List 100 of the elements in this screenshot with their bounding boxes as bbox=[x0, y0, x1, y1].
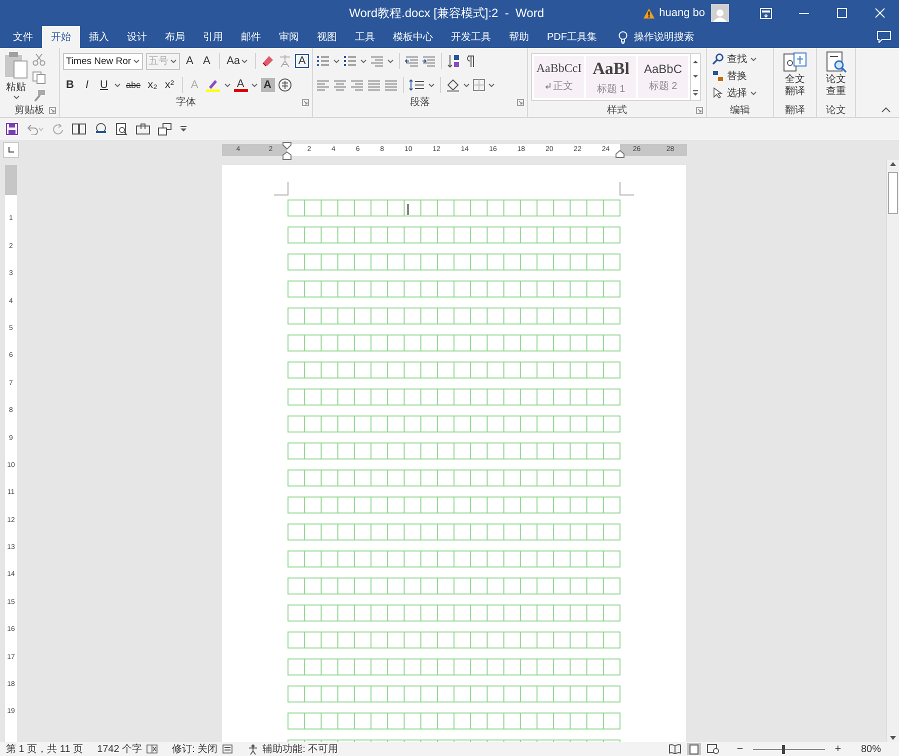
paste-button[interactable]: 粘贴 bbox=[3, 51, 29, 103]
ribbon-tab[interactable]: 布局 bbox=[156, 26, 194, 48]
style-preset[interactable]: AaBbCcI 正文 bbox=[534, 56, 584, 98]
two-pages-icon[interactable] bbox=[72, 123, 86, 135]
multilevel-list-icon[interactable] bbox=[370, 55, 384, 67]
edit-command[interactable]: 替换 bbox=[710, 68, 770, 84]
underline-button[interactable]: U bbox=[97, 76, 111, 94]
ribbon-tab[interactable]: PDF工具集 bbox=[538, 26, 606, 48]
caret-icon[interactable] bbox=[224, 82, 231, 88]
ribbon-tab[interactable]: 视图 bbox=[308, 26, 346, 48]
search-icon[interactable] bbox=[712, 53, 724, 65]
line-spacing-icon[interactable] bbox=[409, 79, 425, 91]
subscript-button[interactable]: x₂ bbox=[146, 76, 160, 94]
caret-icon[interactable] bbox=[360, 58, 367, 64]
shrink-font-button[interactable]: A bbox=[200, 52, 214, 70]
edit-command[interactable]: 选择 bbox=[710, 85, 770, 101]
caret-icon[interactable] bbox=[12, 95, 20, 100]
scroll-up-icon[interactable] bbox=[889, 160, 897, 168]
save-icon[interactable] bbox=[6, 123, 18, 135]
caret-icon[interactable] bbox=[241, 58, 248, 64]
change-case-button[interactable]: Aa bbox=[224, 52, 250, 70]
ribbon-tab[interactable]: 文件 bbox=[4, 26, 42, 48]
superscript-button[interactable]: x² bbox=[162, 76, 177, 94]
bold-button[interactable]: B bbox=[63, 76, 77, 94]
customize-toolbar-icon[interactable] bbox=[180, 126, 187, 132]
caret-icon[interactable] bbox=[387, 58, 394, 64]
font-color-button[interactable]: A bbox=[234, 78, 248, 92]
italic-button[interactable]: I bbox=[80, 76, 94, 94]
vertical-scrollbar[interactable] bbox=[886, 160, 899, 742]
read-mode-icon[interactable] bbox=[668, 744, 681, 754]
borders-icon[interactable] bbox=[473, 79, 485, 91]
print-layout-icon[interactable] bbox=[686, 743, 701, 755]
character-shading-button[interactable]: A bbox=[260, 78, 275, 92]
lightbulb-icon[interactable] bbox=[618, 30, 628, 44]
attachment-icon[interactable] bbox=[136, 123, 150, 135]
proofing-icon[interactable] bbox=[146, 744, 158, 754]
align-right-icon[interactable] bbox=[350, 79, 364, 91]
zoom-thumb[interactable] bbox=[782, 744, 785, 754]
ribbon-tab[interactable]: 开始 bbox=[42, 26, 80, 48]
style-preset[interactable]: AaBl 标题 1 bbox=[586, 56, 636, 98]
dialog-launcher-icon[interactable] bbox=[517, 99, 524, 106]
enclose-characters-icon[interactable] bbox=[278, 78, 292, 92]
zoom-percent[interactable]: 80% bbox=[860, 744, 881, 754]
numbering-icon[interactable] bbox=[343, 55, 357, 67]
cursor-icon[interactable] bbox=[712, 87, 724, 99]
style-preset[interactable]: AaBbC 标题 2 bbox=[638, 56, 688, 98]
dialog-launcher-icon[interactable] bbox=[302, 99, 309, 106]
justify-icon[interactable] bbox=[367, 79, 381, 91]
zoom-in-button[interactable]: + bbox=[830, 740, 845, 756]
strikethrough-button[interactable]: abc bbox=[124, 76, 143, 94]
caret-icon[interactable] bbox=[333, 58, 340, 64]
ribbon-tab[interactable]: 设计 bbox=[118, 26, 156, 48]
web-layout-icon[interactable] bbox=[706, 744, 719, 754]
collapse-ribbon-icon[interactable] bbox=[881, 107, 891, 113]
ribbon-tab[interactable]: 邮件 bbox=[232, 26, 270, 48]
replace-icon[interactable] bbox=[712, 70, 724, 82]
print-preview-icon[interactable] bbox=[116, 122, 128, 136]
macro-icon[interactable] bbox=[222, 744, 233, 754]
bullets-icon[interactable] bbox=[316, 55, 330, 67]
ribbon-tab[interactable]: 模板中心 bbox=[384, 26, 442, 48]
translate-button[interactable]: 全文翻译 bbox=[783, 51, 807, 103]
status-text[interactable]: 修订: 关闭 bbox=[172, 742, 218, 756]
zoom-out-button[interactable]: − bbox=[732, 740, 747, 756]
caret-icon[interactable] bbox=[488, 82, 495, 88]
paint-bucket-icon[interactable] bbox=[446, 78, 460, 92]
font-name-field[interactable]: Times New Ror bbox=[63, 52, 143, 70]
highlighter-icon[interactable] bbox=[204, 78, 221, 92]
caret-icon[interactable] bbox=[132, 58, 140, 64]
caret-icon[interactable] bbox=[463, 82, 470, 88]
ribbon-tab[interactable]: 审阅 bbox=[270, 26, 308, 48]
scroll-thumb[interactable] bbox=[888, 172, 898, 214]
dialog-launcher-icon[interactable] bbox=[49, 107, 56, 114]
caret-icon[interactable] bbox=[428, 82, 435, 88]
increase-indent-icon[interactable] bbox=[422, 55, 436, 67]
copy-icon[interactable] bbox=[32, 71, 46, 84]
status-text[interactable]: 1742 个字 bbox=[97, 742, 142, 756]
decrease-indent-icon[interactable] bbox=[405, 55, 419, 67]
ribbon-tab[interactable]: 引用 bbox=[194, 26, 232, 48]
dialog-launcher-icon[interactable] bbox=[696, 107, 703, 114]
caret-icon[interactable] bbox=[750, 56, 757, 62]
paragraph-mark-icon[interactable] bbox=[464, 54, 476, 68]
distributed-icon[interactable] bbox=[384, 79, 398, 91]
ribbon-display-icon[interactable] bbox=[760, 8, 772, 18]
ribbon-tab[interactable]: 插入 bbox=[80, 26, 118, 48]
scissors-icon[interactable] bbox=[32, 53, 46, 66]
caret-icon[interactable] bbox=[750, 90, 757, 96]
sort-icon[interactable] bbox=[447, 54, 461, 68]
close-icon[interactable] bbox=[875, 8, 885, 18]
eraser-icon[interactable] bbox=[261, 54, 275, 68]
align-center-icon[interactable] bbox=[333, 79, 347, 91]
tab-stop-selector[interactable] bbox=[3, 142, 19, 158]
window-switch-icon[interactable] bbox=[158, 122, 172, 136]
align-left-icon[interactable] bbox=[316, 79, 330, 91]
caret-icon[interactable] bbox=[250, 82, 258, 88]
grow-font-button[interactable]: A bbox=[182, 52, 197, 70]
plagiarism-check-button[interactable]: 论文查重 bbox=[825, 51, 847, 103]
paintbrush-icon[interactable] bbox=[32, 89, 46, 102]
ribbon-tab[interactable]: 开发工具 bbox=[442, 26, 500, 48]
edit-command[interactable]: 查找 bbox=[710, 51, 770, 67]
caret-icon[interactable] bbox=[114, 82, 121, 88]
